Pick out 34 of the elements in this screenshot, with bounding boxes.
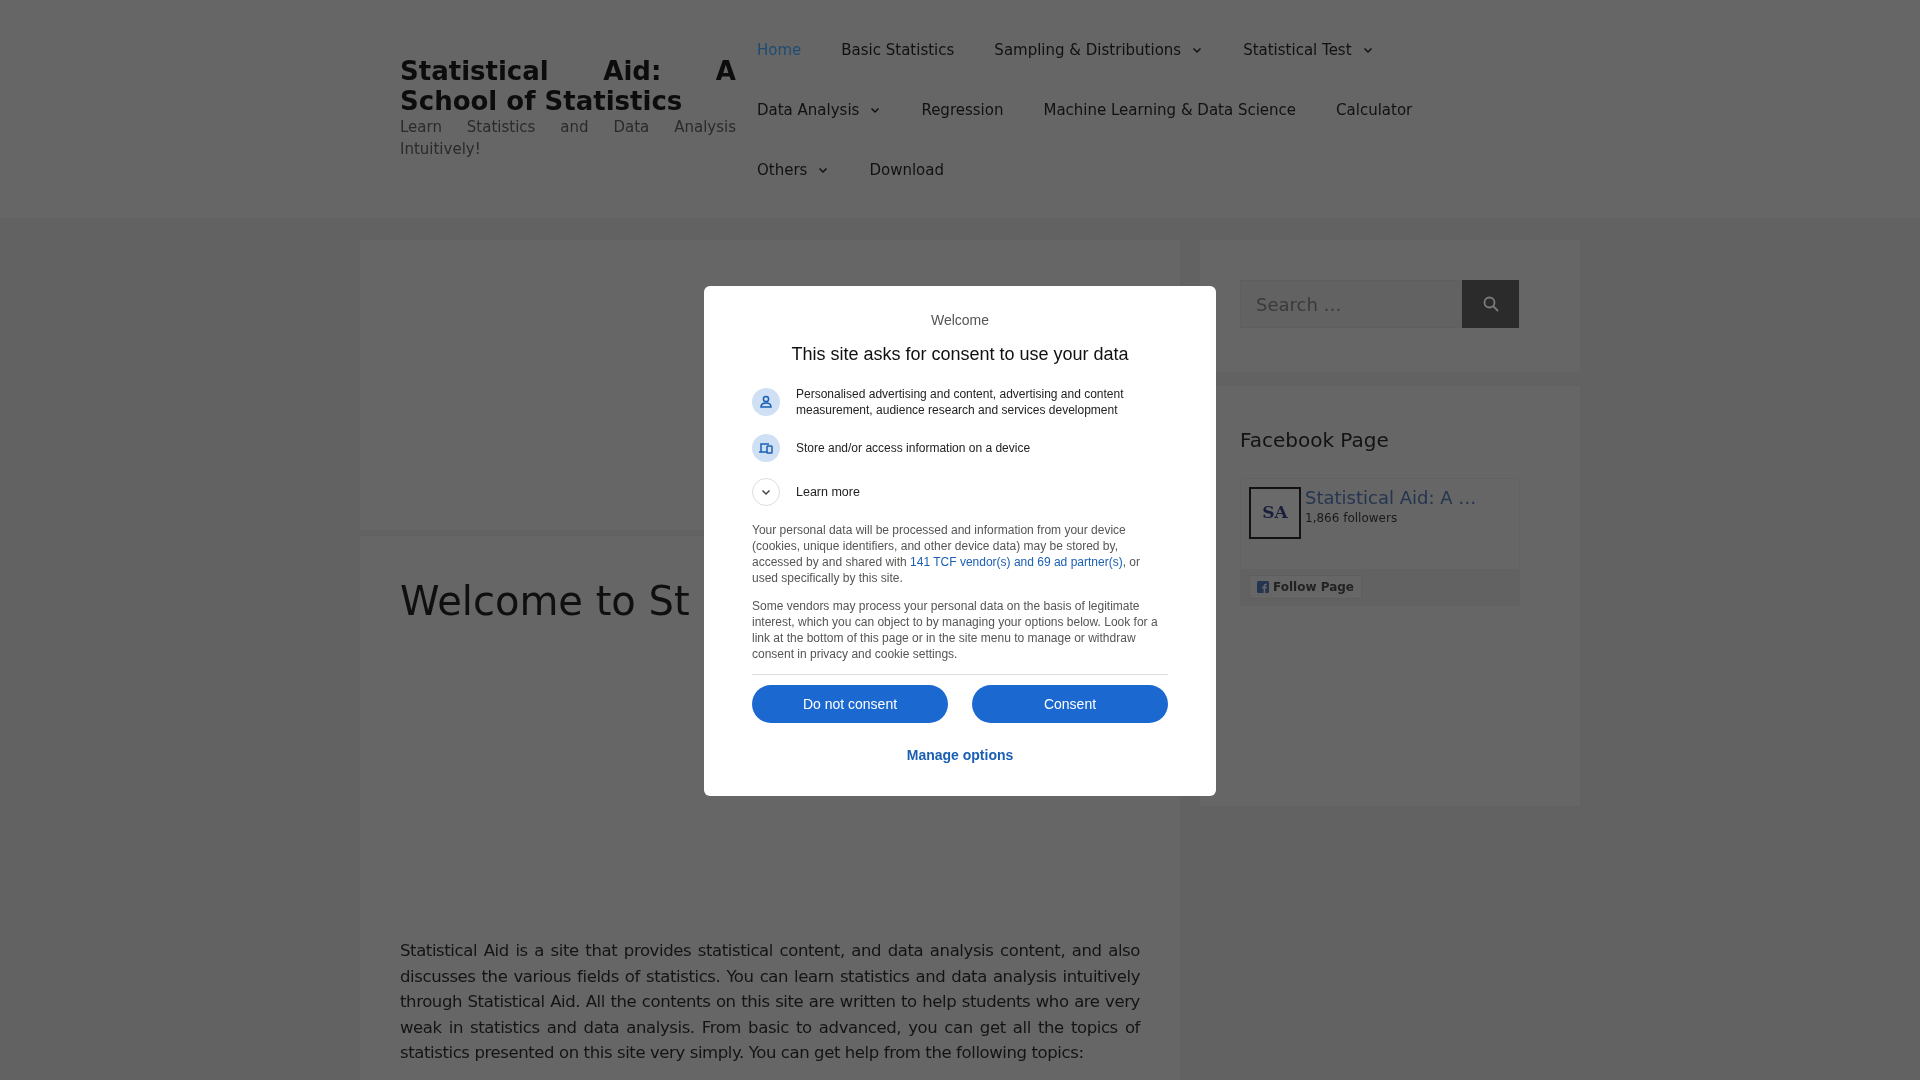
devices-icon	[752, 434, 780, 462]
learn-more-toggle[interactable]: Learn more	[752, 478, 1168, 506]
purpose-text: Personalised advertising and content, advertising and content measurement, audience research and services development	[796, 386, 1125, 418]
data-notice-paragraph: Your personal data will be processed and information from your device (cookies, unique identifiers, and other device data) may be stored by, accessed by and shared with 141 TCF vendor(s) and 69 ad partner(s), or used specifically by this site.	[752, 522, 1141, 586]
nav-link[interactable]: Data Analysis	[737, 80, 902, 140]
legitimate-interest-paragraph: Some vendors may process your personal data on the basis of legitimate interest, which you can object to by managing your options below. Look for a link at the bottom of this page or in the site menu to manage or withdraw consent in privacy and cookie settings.	[752, 598, 1159, 662]
nav-link[interactable]: Download	[849, 140, 964, 200]
nav-link[interactable]: Basic Statistics	[821, 20, 975, 80]
follow-page-button[interactable]: Follow Page	[1249, 575, 1362, 599]
site-tagline: Learn Statistics and Data Analysis Intuitively!	[400, 117, 736, 160]
page-name-link[interactable]: Statistical Aid: A …	[1305, 487, 1477, 509]
intro-paragraph: Statistical Aid is a site that provides statistical content, and data analysis content, and also discusses the various fields of statistics. You can learn statistics and data analysis intuitively through Statistical Aid. All the contents on this site are written to help students who are very weak in statistics and data analysis. From basic to advanced, you can get all the topics of statistics presented on this site very simply. You can get help from the following topics:	[400, 940, 1140, 1064]
followers-count: 1,866 followers	[1305, 510, 1399, 527]
vendors-link[interactable]: 141 TCF vendor(s) and 69 ad partner(s)	[910, 555, 1123, 569]
facebook-icon	[1257, 581, 1269, 593]
person-icon	[752, 388, 780, 416]
nav-link[interactable]: Others	[737, 140, 850, 200]
purpose-text: Store and/or access information on a device	[796, 440, 1031, 456]
manage-options-link[interactable]: Manage options	[906, 745, 1014, 766]
consent-button[interactable]: Consent	[972, 685, 1168, 723]
site-title[interactable]: Statistical Aid: A School of Statistics	[400, 56, 736, 116]
widget-heading: Facebook Page	[1240, 427, 1390, 454]
page-logo: SA	[1249, 487, 1301, 539]
search-icon	[1481, 295, 1500, 313]
page-heading: Welcome to St	[400, 577, 690, 626]
search-button[interactable]	[1462, 280, 1519, 328]
dialog-title: This site asks for consent to use your data	[790, 343, 1130, 366]
nav-link[interactable]: Regression	[901, 80, 1024, 140]
dialog-eyebrow: Welcome	[929, 311, 991, 330]
nav-link[interactable]: Machine Learning & Data Science	[1023, 80, 1317, 140]
nav-link[interactable]: Sampling & Distributions	[974, 20, 1224, 80]
do-not-consent-button[interactable]: Do not consent	[752, 685, 948, 723]
nav-link[interactable]: Calculator	[1316, 80, 1433, 140]
nav-link[interactable]: Statistical Test	[1223, 20, 1394, 80]
